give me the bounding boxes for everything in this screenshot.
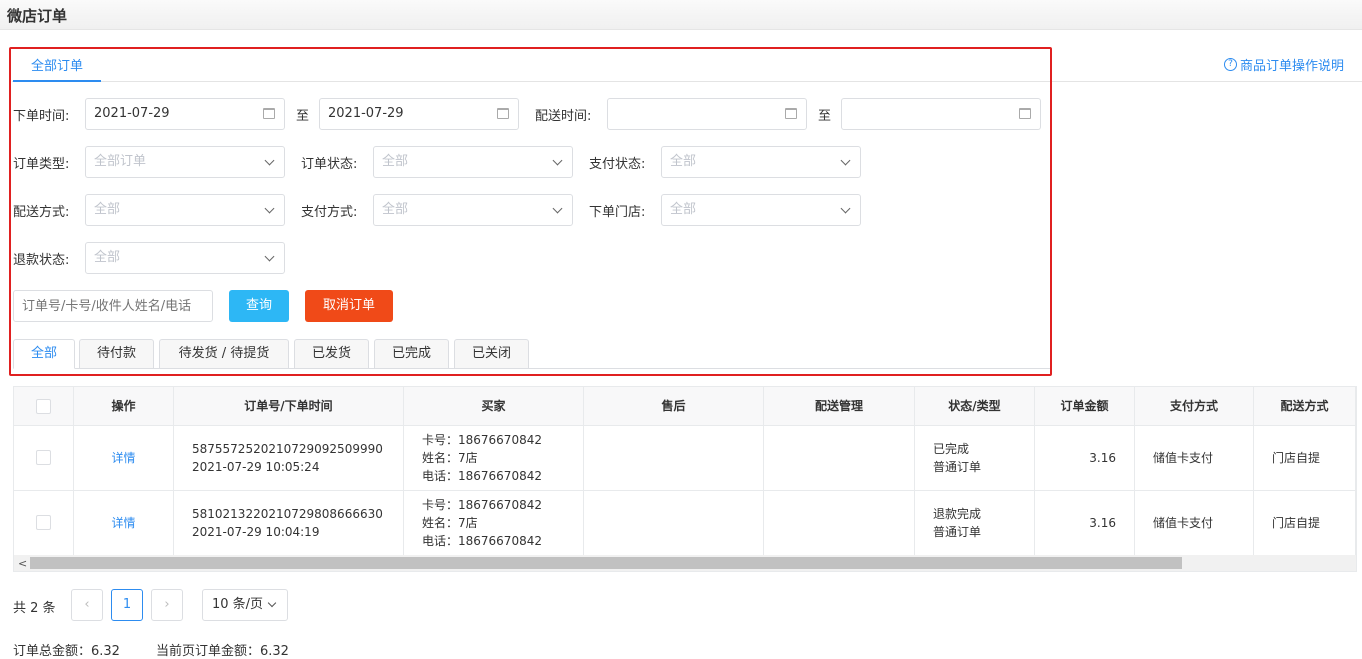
buyer-name: 姓名：7店	[422, 451, 478, 465]
buyer-card: 卡号：18676670842	[422, 498, 542, 512]
select-all-checkbox[interactable]	[36, 399, 51, 414]
action-cell: 详情	[74, 426, 174, 491]
row-checkbox[interactable]	[36, 450, 51, 465]
status-cell: 退款完成 普通订单	[915, 491, 1035, 556]
scrollbar-thumb[interactable]	[30, 557, 1182, 569]
header-delivery-mgmt: 配送管理	[764, 387, 915, 426]
order-status: 已完成	[933, 442, 970, 456]
delivery-mgmt-cell	[764, 491, 915, 556]
buyer-cell: 卡号：18676670842 姓名：7店 电话：18676670842	[404, 491, 584, 556]
horizontal-scrollbar[interactable]: <	[14, 555, 1356, 571]
after-sales-cell	[584, 491, 764, 556]
buyer-phone: 电话：18676670842	[422, 534, 542, 548]
help-label: 商品订单操作说明	[1240, 59, 1345, 74]
detail-link[interactable]: 详情	[111, 451, 135, 465]
order-no-cell: 5875572520210729092509990 2021-07-29 10:…	[174, 426, 404, 491]
header-checkbox-cell	[14, 387, 74, 426]
page-total-amount: 当前页订单金额：6.32	[156, 644, 289, 659]
order-no-cell: 5810213220210729808666630 2021-07-29 10:…	[174, 491, 404, 556]
row-checkbox[interactable]	[36, 515, 51, 530]
order-time: 2021-07-29 10:04:19	[192, 525, 320, 539]
header-pay-method: 支付方式	[1135, 387, 1254, 426]
delivery-method-cell: 门店自提	[1254, 426, 1356, 491]
row-checkbox-cell	[14, 491, 74, 556]
scroll-left-icon[interactable]: <	[18, 557, 27, 570]
order-time: 2021-07-29 10:05:24	[192, 460, 320, 474]
header-buyer: 买家	[404, 387, 584, 426]
chevron-down-icon	[267, 598, 277, 608]
row-checkbox-cell	[14, 426, 74, 491]
orders-table: 操作 订单号/下单时间 买家 售后 配送管理 状态/类型 订单金额 支付方式 配…	[13, 386, 1357, 572]
order-type: 普通订单	[933, 460, 982, 474]
header-after-sales: 售后	[584, 387, 764, 426]
buyer-cell: 卡号：18676670842 姓名：7店 电话：18676670842	[404, 426, 584, 491]
page-size-value: 10 条/页	[212, 597, 264, 612]
header-delivery-method: 配送方式	[1254, 387, 1356, 426]
header-order-no: 订单号/下单时间	[174, 387, 404, 426]
header-status: 状态/类型	[915, 387, 1035, 426]
action-cell: 详情	[74, 491, 174, 556]
order-number: 5875572520210729092509990	[192, 442, 383, 456]
header-action: 操作	[74, 387, 174, 426]
order-type: 普通订单	[933, 525, 982, 539]
status-cell: 已完成 普通订单	[915, 426, 1035, 491]
order-status: 退款完成	[933, 507, 982, 521]
order-number: 5810213220210729808666630	[192, 507, 383, 521]
prev-page-button[interactable]: ‹	[71, 589, 103, 621]
detail-link[interactable]: 详情	[111, 516, 135, 530]
order-total-amount: 订单总金额：6.32	[13, 644, 120, 659]
delivery-mgmt-cell	[764, 426, 915, 491]
total-count: 共 2 条	[13, 601, 56, 616]
buyer-name: 姓名：7店	[422, 516, 478, 530]
next-page-button[interactable]: ›	[151, 589, 183, 621]
amount-cell: 3.16	[1035, 426, 1135, 491]
page-1-button[interactable]: 1	[111, 589, 143, 621]
help-link[interactable]: ? 商品订单操作说明	[1224, 55, 1344, 74]
header-amount: 订单金额	[1035, 387, 1135, 426]
buyer-phone: 电话：18676670842	[422, 469, 542, 483]
page-header: 微店订单	[0, 0, 1362, 30]
amount-cell: 3.16	[1035, 491, 1135, 556]
highlight-box	[9, 47, 1052, 376]
page-size-select[interactable]: 10 条/页	[202, 589, 288, 621]
pay-method-cell: 储值卡支付	[1135, 426, 1254, 491]
page-title: 微店订单	[7, 7, 68, 25]
delivery-method-cell: 门店自提	[1254, 491, 1356, 556]
question-icon: ?	[1224, 58, 1237, 71]
buyer-card: 卡号：18676670842	[422, 433, 542, 447]
pay-method-cell: 储值卡支付	[1135, 491, 1254, 556]
after-sales-cell	[584, 426, 764, 491]
